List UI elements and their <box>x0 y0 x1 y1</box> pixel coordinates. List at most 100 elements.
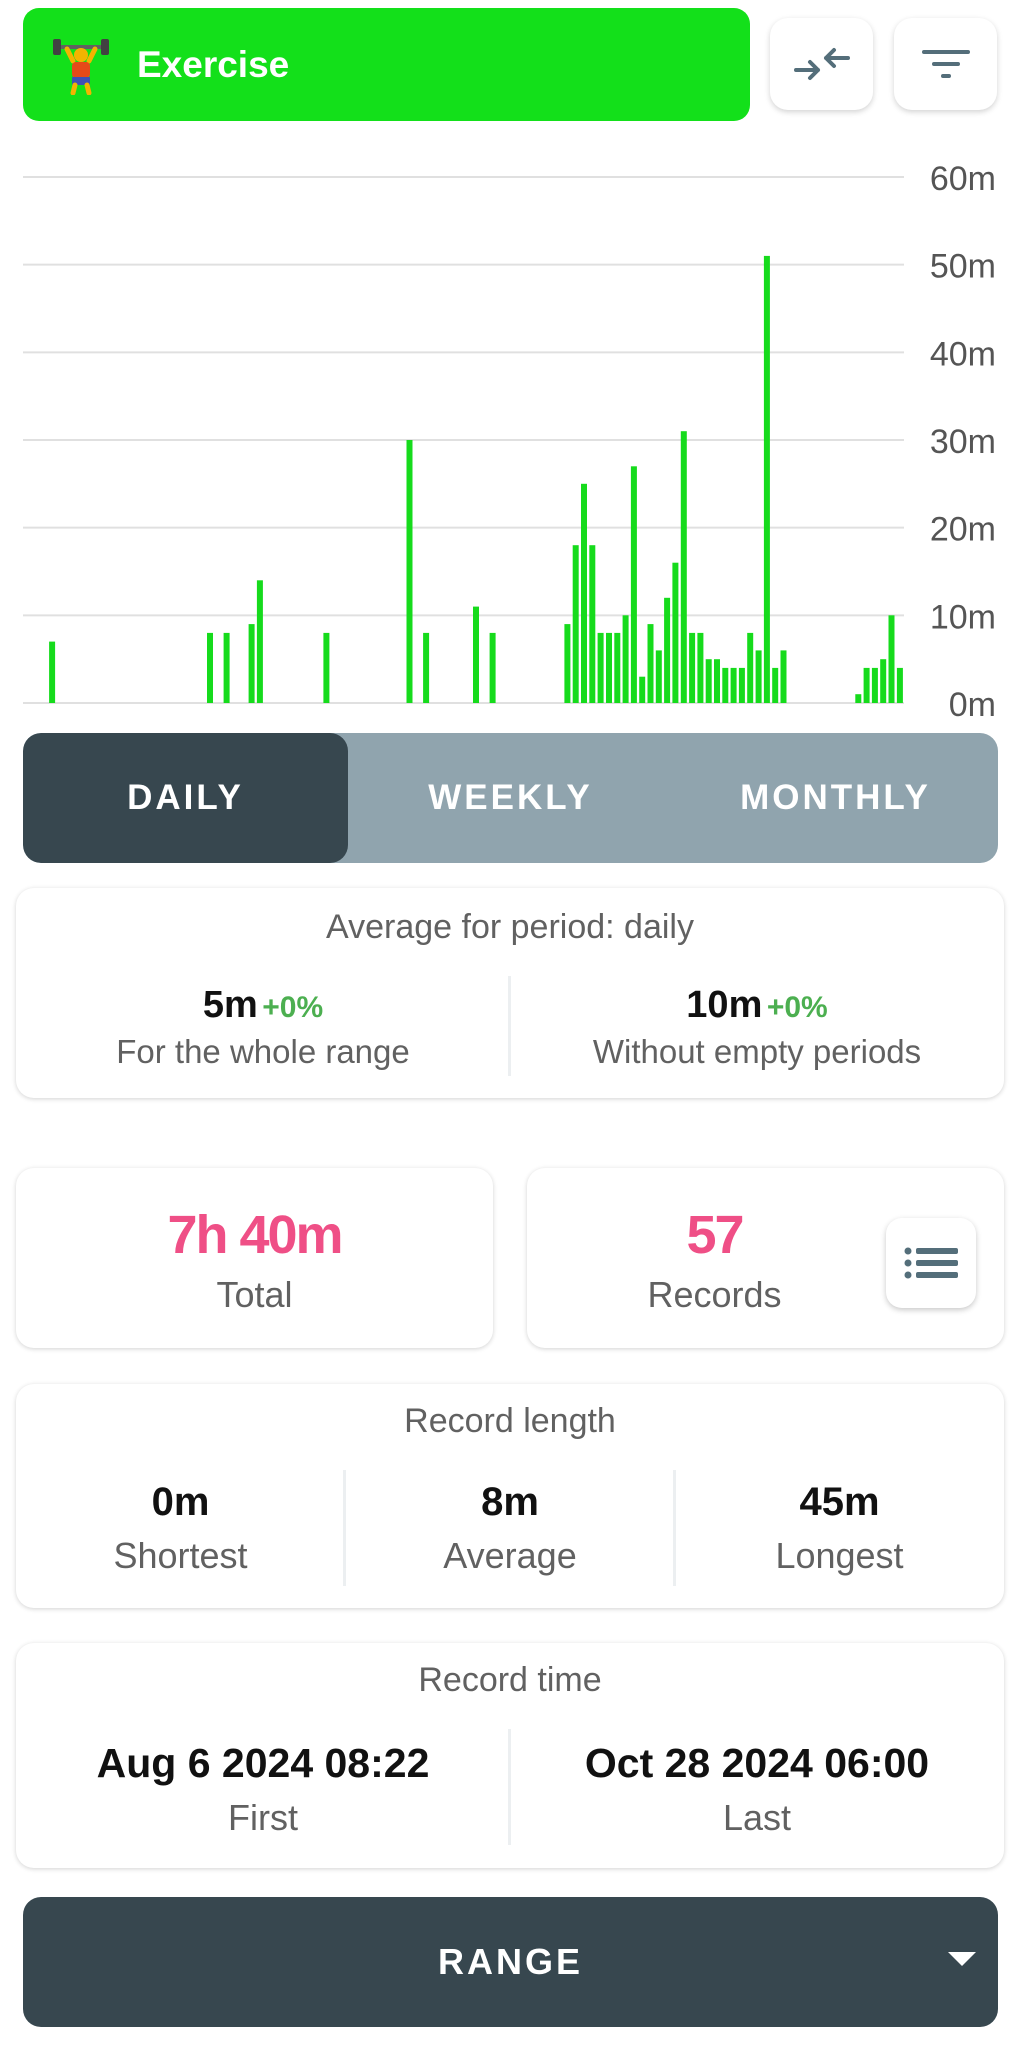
filter-button[interactable] <box>894 18 997 110</box>
last-record: Oct 28 2024 06:00 Last <box>510 1740 1004 1839</box>
y-tick-label: 30m <box>930 423 996 461</box>
y-tick-label: 20m <box>930 511 996 549</box>
chart-bar[interactable] <box>207 632 213 703</box>
tab-weekly-label: WEEKLY <box>428 778 593 817</box>
chart-bar[interactable] <box>581 483 587 703</box>
chart-bar[interactable] <box>738 667 745 703</box>
first-record-label: First <box>228 1797 298 1838</box>
chart-bar[interactable] <box>863 667 870 703</box>
chart-bar[interactable] <box>871 667 878 703</box>
chart-bar[interactable] <box>589 545 596 703</box>
tab-monthly-label: MONTHLY <box>740 778 931 817</box>
tab-monthly[interactable]: MONTHLY <box>673 733 998 863</box>
bar-chart: 60m 50m 40m 30m 20m 10m 0m <box>0 140 1020 724</box>
average-without-empty-label: Without empty periods <box>592 1033 922 1070</box>
average-whole-label: For the whole range <box>116 1033 410 1070</box>
chart-bar[interactable] <box>606 632 612 703</box>
chart-bar[interactable] <box>747 632 754 703</box>
range-label: RANGE <box>437 1941 583 1982</box>
record-length-card: Record length 0m Shortest 8m Average 45m… <box>16 1384 1004 1608</box>
last-record-value: Oct 28 2024 06:00 <box>584 1740 930 1786</box>
chart-bar[interactable] <box>630 466 637 703</box>
chart-bar[interactable] <box>855 694 862 703</box>
chart-bar[interactable] <box>564 624 571 703</box>
chart-svg: 60m 50m 40m 30m 20m 10m 0m <box>23 160 996 724</box>
chart-bar[interactable] <box>256 580 263 703</box>
record-time-title: Record time <box>418 1661 602 1699</box>
chart-bar[interactable] <box>639 676 646 703</box>
chart-bar[interactable] <box>614 632 621 703</box>
y-tick-label: 40m <box>930 335 996 373</box>
chart-bar[interactable] <box>323 632 330 703</box>
chart-bar[interactable] <box>896 667 903 703</box>
tab-weekly[interactable]: WEEKLY <box>348 733 673 863</box>
records-list-button[interactable] <box>886 1218 976 1308</box>
total-label: Total <box>216 1274 293 1315</box>
chart-bar[interactable] <box>672 562 679 703</box>
chart-bar[interactable] <box>714 659 720 703</box>
average-card: Average for period: daily 5m +0% For the… <box>16 888 1004 1098</box>
chart-bar[interactable] <box>622 615 629 703</box>
chart-bar[interactable] <box>49 641 56 703</box>
chart-bar[interactable] <box>880 659 887 703</box>
chart-bar[interactable] <box>730 667 737 703</box>
chart-bar[interactable] <box>248 624 255 703</box>
shortest-value: 0m <box>151 1480 210 1524</box>
average-without-empty-change: +0% <box>766 991 828 1024</box>
records-value: 57 <box>686 1205 744 1265</box>
record-time-card: Record time Aug 6 2024 08:22 First Oct 2… <box>16 1643 1004 1868</box>
chart-bar[interactable] <box>647 624 654 703</box>
list-icon <box>904 1247 958 1279</box>
chart-bar[interactable] <box>705 659 712 703</box>
last-record-label: Last <box>722 1797 792 1838</box>
average-without-empty-value: 10m <box>686 984 763 1026</box>
average-without-empty: 10m +0% Without empty periods <box>510 984 1004 1071</box>
chart-bar[interactable] <box>489 632 496 703</box>
chart-bar[interactable] <box>473 606 479 703</box>
chart-bar[interactable] <box>888 615 895 703</box>
tab-daily[interactable]: DAILY <box>23 733 348 863</box>
chart-bar[interactable] <box>664 597 671 703</box>
average-whole-value: 5m <box>202 984 258 1026</box>
chart-bar[interactable] <box>763 255 770 703</box>
chart-bar[interactable] <box>755 650 762 703</box>
category-header[interactable]: Exercise <box>23 8 750 121</box>
first-record: Aug 6 2024 08:22 First <box>16 1740 510 1839</box>
longest-stat: 45m Longest <box>675 1480 1004 1577</box>
chart-bar[interactable] <box>597 632 604 703</box>
average-length-label: Average <box>443 1535 577 1576</box>
chart-bar[interactable] <box>680 431 687 703</box>
chart-bar[interactable] <box>572 545 579 703</box>
range-button[interactable]: RANGE <box>23 1897 998 2027</box>
records-label: Records <box>647 1274 782 1315</box>
average-whole-change: +0% <box>262 991 324 1024</box>
chart-bar[interactable] <box>655 650 662 703</box>
chart-bar[interactable] <box>697 632 704 703</box>
average-card-title: Average for period: daily <box>326 908 694 946</box>
caret-down-icon <box>948 1952 976 1966</box>
average-length-value: 8m <box>481 1480 539 1524</box>
filter-icon <box>921 50 970 78</box>
compare-button[interactable] <box>770 18 873 110</box>
y-tick-label: 60m <box>930 160 996 198</box>
weightlifter-icon <box>53 35 109 95</box>
chart-bar[interactable] <box>423 632 430 703</box>
longest-value: 45m <box>799 1480 880 1524</box>
chart-bar[interactable] <box>722 667 729 703</box>
total-value: 7h 40m <box>167 1205 343 1265</box>
chart-bar[interactable] <box>223 632 230 703</box>
chart-bar[interactable] <box>406 440 413 703</box>
y-tick-label: 50m <box>930 248 996 286</box>
chart-bar[interactable] <box>772 667 779 703</box>
average-whole-range: 5m +0% For the whole range <box>16 984 510 1071</box>
category-title: Exercise <box>137 43 290 85</box>
first-record-value: Aug 6 2024 08:22 <box>96 1740 430 1786</box>
shortest-stat: 0m Shortest <box>16 1480 345 1577</box>
total-card: 7h 40m Total <box>16 1168 493 1348</box>
record-length-title: Record length <box>404 1402 616 1440</box>
period-selector: DAILY WEEKLY MONTHLY <box>23 733 998 863</box>
y-tick-label: 10m <box>930 598 996 636</box>
chart-bar[interactable] <box>689 632 696 703</box>
chart-bar[interactable] <box>780 650 787 703</box>
records-card: 57 Records <box>527 1168 1004 1348</box>
